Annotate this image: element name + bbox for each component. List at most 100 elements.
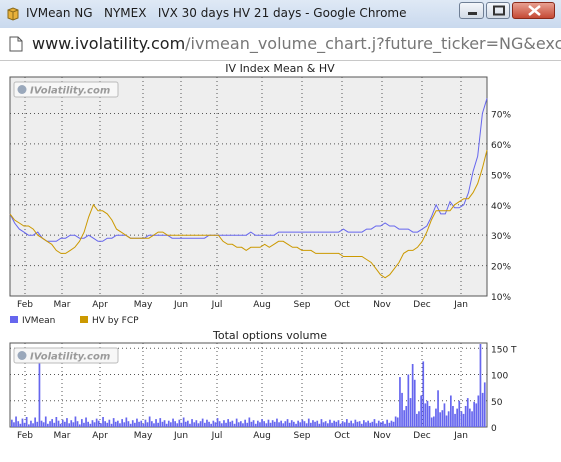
watermark-logo-icon — [17, 351, 27, 360]
volume-x-tick-label: Jan — [453, 431, 468, 441]
volume-bar — [57, 420, 60, 427]
volume-bar — [399, 377, 401, 427]
watermark-text: IVolatility.com — [30, 352, 110, 363]
volume-chart: Total options volume 0 50 100 150 T Feb Mar Apr… — [9, 329, 517, 441]
volume-bar — [252, 420, 255, 427]
volume-bar — [350, 420, 352, 427]
minimize-button[interactable] — [459, 2, 484, 19]
volume-bar — [377, 420, 380, 427]
volume-bar — [125, 417, 128, 427]
volume-bar — [199, 421, 202, 427]
volume-bar — [363, 420, 365, 427]
volume-bar — [454, 413, 456, 427]
volume-bar — [375, 423, 378, 427]
volume-bar — [369, 422, 372, 427]
volume-x-tick-label: Dec — [413, 431, 430, 441]
volume-bar — [284, 421, 287, 427]
volume-bar — [267, 419, 270, 427]
volume-bar — [273, 421, 276, 428]
volume-bar — [233, 423, 236, 427]
volume-bar — [47, 423, 49, 427]
maximize-button[interactable] — [486, 2, 510, 19]
volume-bar — [117, 420, 119, 427]
volume-bar — [91, 420, 94, 427]
volume-bar — [405, 406, 408, 427]
volume-bar — [159, 418, 162, 427]
volume-bar — [201, 418, 204, 427]
volume-bar — [401, 392, 403, 427]
main-x-tick-label: Mar — [54, 300, 71, 310]
volume-x-tick-label: Oct — [334, 431, 350, 441]
volume-bar — [100, 423, 102, 427]
volume-bar — [180, 422, 183, 427]
volume-chart-title: Total options volume — [212, 329, 327, 342]
volume-bar — [373, 419, 376, 427]
volume-bar — [93, 422, 96, 427]
main-x-tick-label: Sep — [294, 300, 311, 310]
main-x-tick-label: May — [134, 300, 153, 310]
volume-bar — [119, 423, 121, 427]
iv-hv-chart: IV Index Mean & HV 10% 20% 30% 40% 50% 60% 70% F… — [9, 62, 511, 326]
volume-bar — [261, 419, 263, 427]
volume-bar — [53, 422, 56, 427]
volume-bar — [424, 403, 427, 427]
volume-bar — [235, 418, 238, 427]
volume-bar — [392, 421, 395, 428]
volume-bar — [416, 413, 418, 427]
volume-bar — [341, 421, 344, 427]
volume-bar — [78, 424, 81, 427]
volume-bar — [240, 421, 242, 427]
url-host: www.ivolatility.com — [32, 34, 186, 53]
volume-bar — [257, 420, 259, 427]
volume-bar — [388, 422, 391, 427]
main-x-tick-label: Aug — [253, 300, 271, 310]
volume-bar — [343, 422, 346, 427]
ivolatility-watermark-logo: IVolatility.com — [13, 81, 119, 98]
volume-bar — [316, 420, 319, 427]
volume-bar — [339, 423, 342, 427]
volume-bar — [206, 419, 208, 427]
volume-bar — [187, 420, 189, 427]
volume-bar — [443, 403, 446, 427]
window-titlebar: IVMean NG NYMEX IVX 30 days HV 21 days -… — [0, 0, 561, 29]
volume-bar — [72, 422, 75, 427]
volume-bar — [11, 419, 13, 427]
volume-bar — [61, 419, 64, 427]
volume-bar — [358, 421, 361, 427]
volume-y-tick-label: 0 — [491, 424, 497, 434]
volume-bar — [87, 421, 89, 428]
volume-bar — [182, 417, 185, 427]
close-button[interactable] — [512, 2, 555, 19]
volume-bar — [59, 423, 62, 427]
watermark-logo-icon — [17, 85, 27, 94]
close-icon — [528, 5, 541, 16]
volume-bar — [214, 422, 217, 427]
volume-bar — [259, 422, 261, 427]
volume-bar — [227, 419, 229, 427]
main-x-tick-label: Oct — [334, 300, 350, 310]
volume-bar — [479, 344, 482, 427]
volume-bar — [394, 416, 397, 427]
volume-bar — [464, 406, 467, 427]
volume-x-tick-label: May — [134, 431, 153, 441]
volume-bar — [403, 410, 405, 427]
volume-bar — [293, 421, 295, 428]
volume-bar — [396, 417, 399, 427]
main-y-tick-label: 40% — [491, 202, 511, 212]
volume-bar — [329, 419, 331, 427]
volume-bar — [140, 420, 143, 427]
volume-bar — [473, 401, 475, 427]
volume-bar — [134, 422, 136, 427]
legend-label-ivmean: IVMean — [22, 316, 55, 326]
volume-bar — [74, 416, 77, 427]
volume-y-tick-label: 50 — [491, 398, 503, 408]
volume-bar — [354, 419, 357, 427]
url-text[interactable]: www.ivolatility.com/ivmean_volume_chart.… — [32, 34, 561, 53]
volume-y-tick-label: 100 — [491, 372, 508, 382]
volume-bar — [331, 422, 333, 427]
volume-bar — [481, 392, 484, 427]
address-bar[interactable]: www.ivolatility.com/ivmean_volume_chart.… — [0, 28, 561, 61]
ivolatility-watermark-logo: IVolatility.com — [13, 347, 119, 364]
volume-bar — [418, 411, 420, 428]
url-path: /ivmean_volume_chart.j?future_ticker=NG&… — [185, 34, 561, 53]
